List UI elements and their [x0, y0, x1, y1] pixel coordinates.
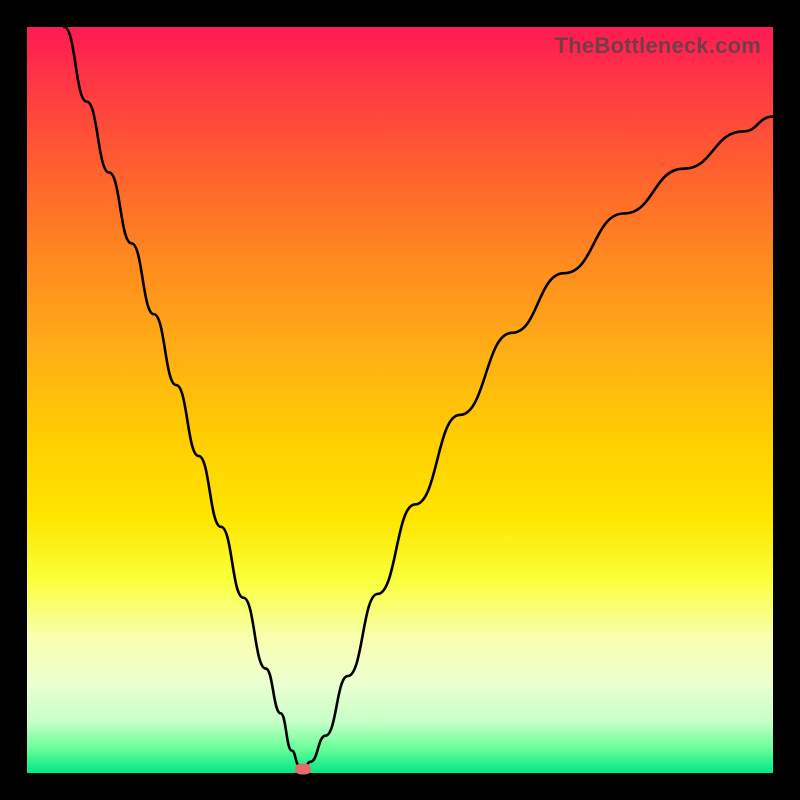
curve-path [64, 27, 773, 769]
chart-frame: TheBottleneck.com [0, 0, 800, 800]
plot-area: TheBottleneck.com [27, 27, 773, 773]
min-marker [295, 764, 311, 775]
bottleneck-curve [27, 27, 773, 773]
